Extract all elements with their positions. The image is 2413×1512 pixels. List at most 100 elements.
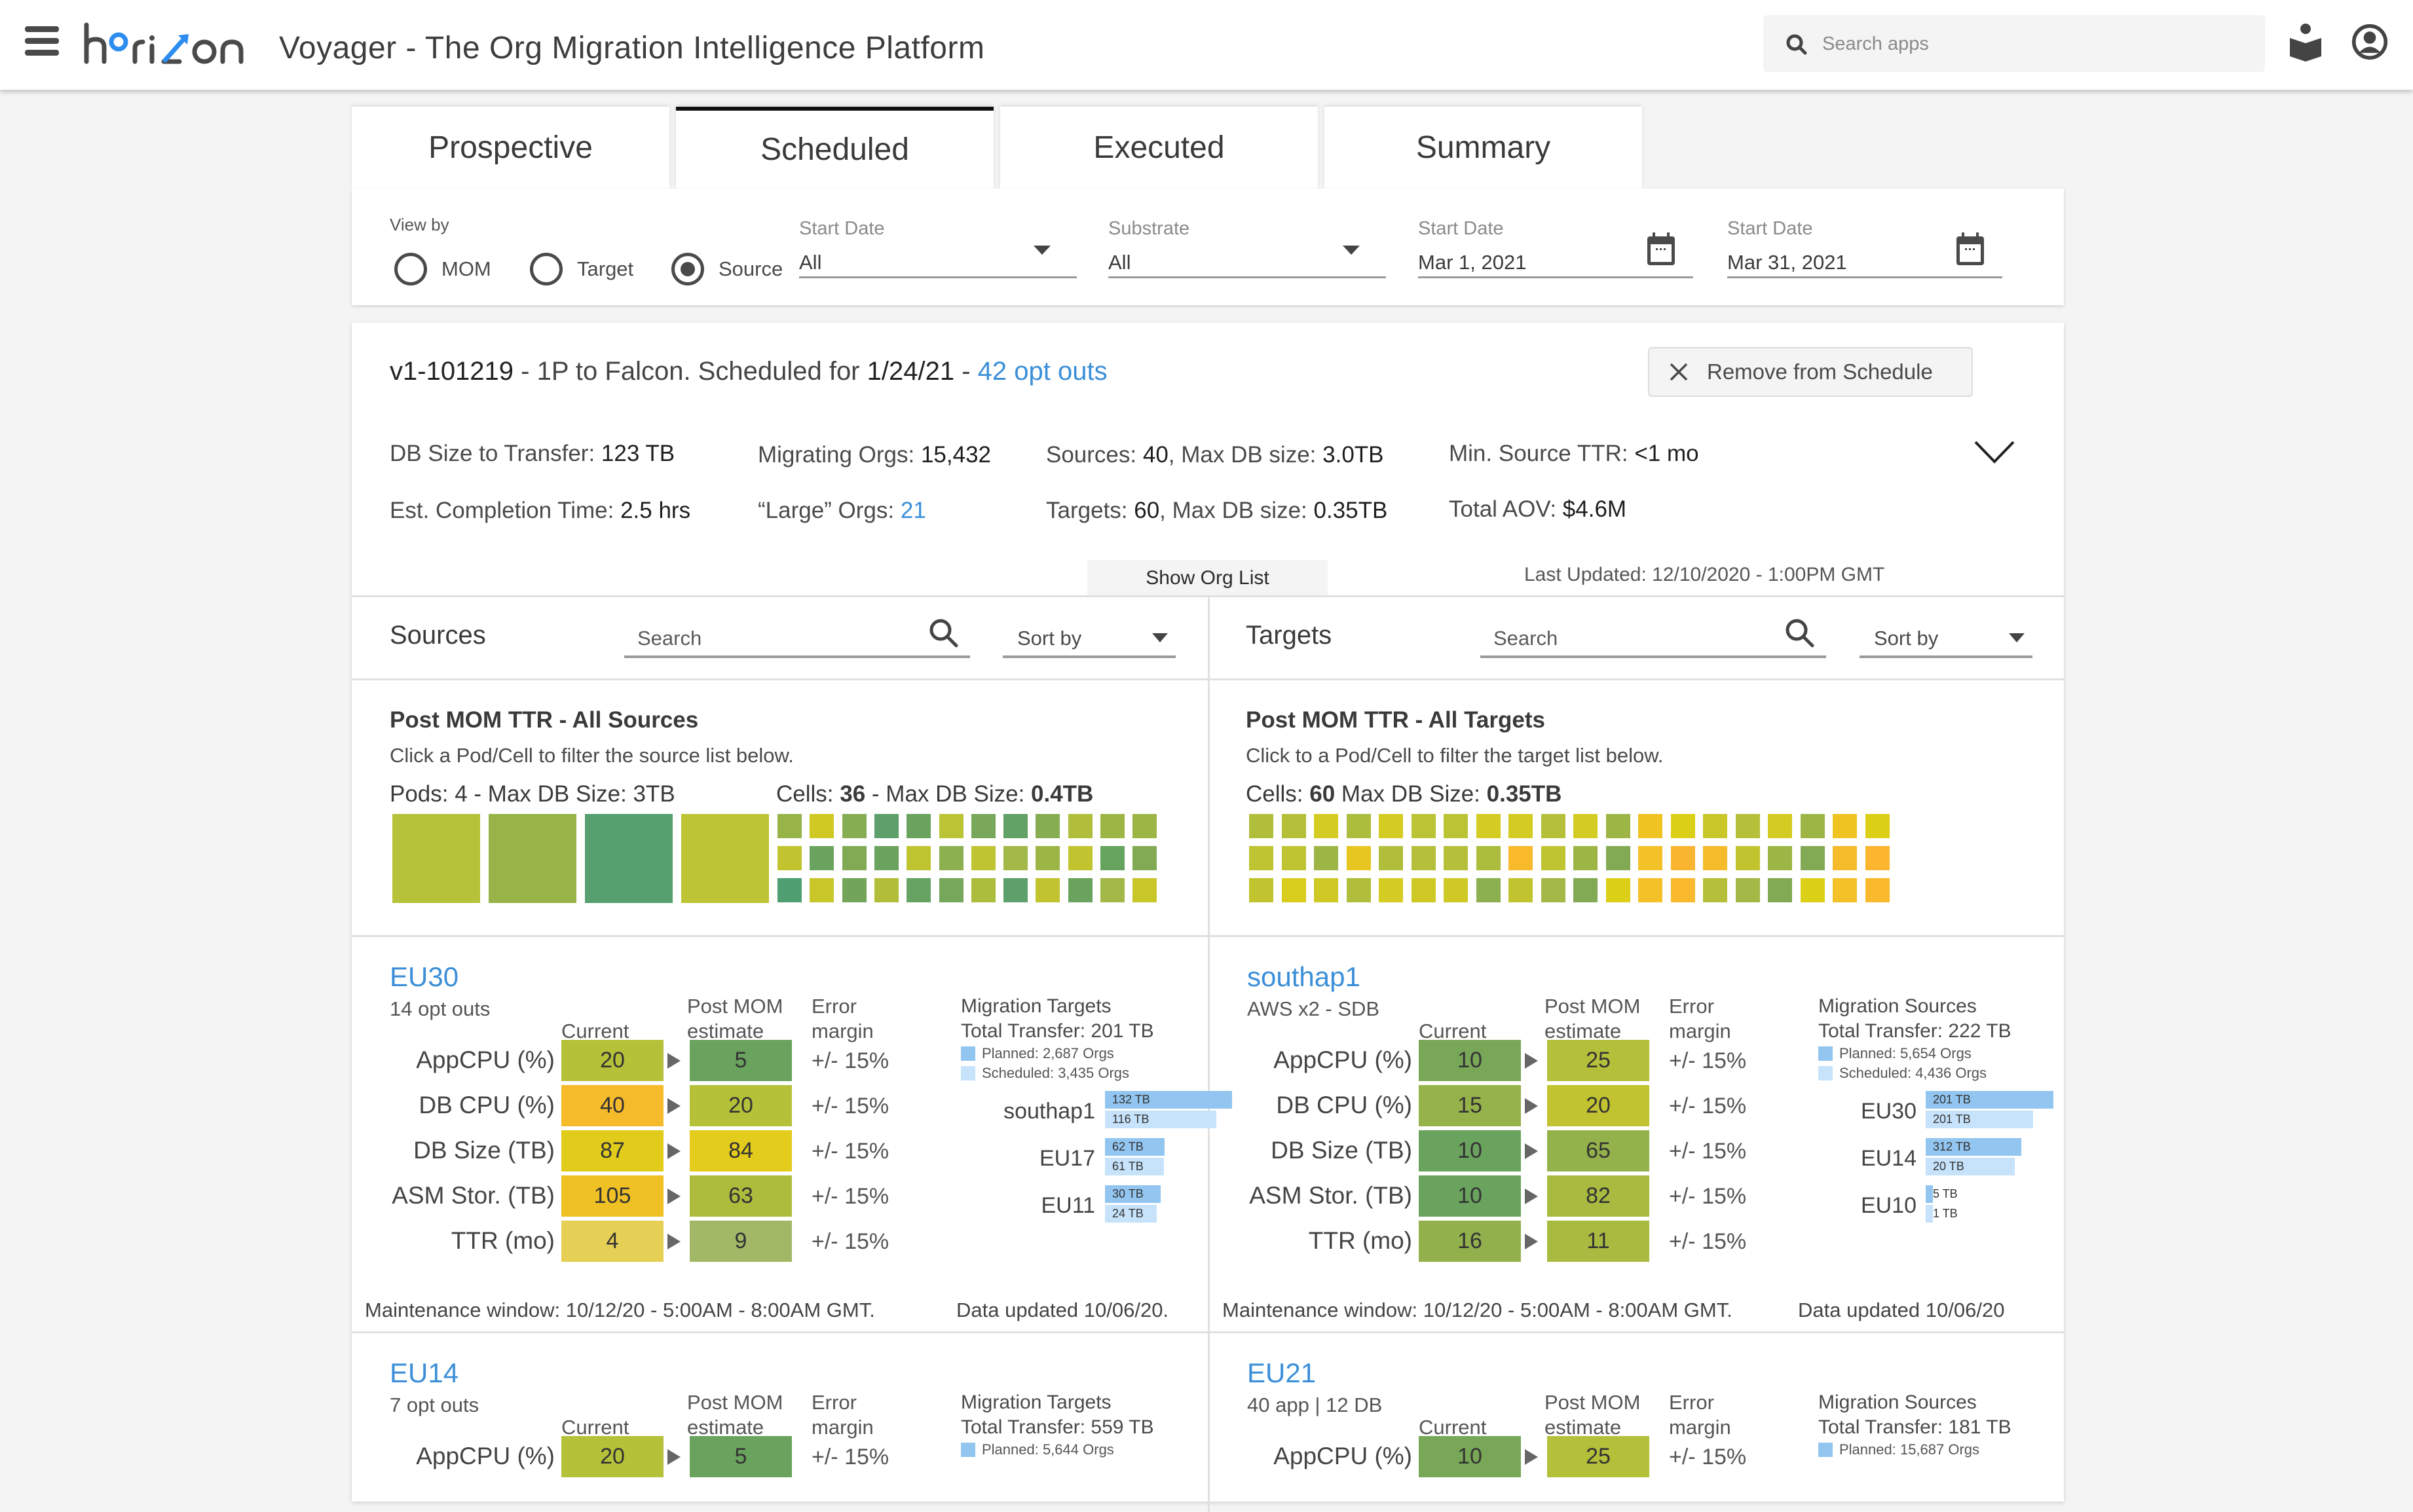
- source-cell[interactable]: [874, 814, 899, 838]
- substrate-select[interactable]: Substrate All: [1108, 218, 1386, 278]
- source-cell[interactable]: [907, 878, 931, 902]
- start-date-to-field[interactable]: Start Date Mar 31, 2021: [1727, 218, 2002, 278]
- target-cell[interactable]: [1444, 814, 1468, 838]
- target-cell[interactable]: [1605, 878, 1630, 902]
- node-name-link[interactable]: EU21: [1247, 1357, 1316, 1389]
- menu-icon[interactable]: [25, 26, 59, 56]
- target-cell[interactable]: [1638, 814, 1662, 838]
- source-cell[interactable]: [1100, 846, 1125, 870]
- targets-sort-select[interactable]: Sort by: [1860, 618, 2032, 658]
- target-cell[interactable]: [1573, 846, 1598, 870]
- calendar-icon[interactable]: [1955, 231, 1985, 267]
- source-cell[interactable]: [971, 878, 996, 902]
- sources-search-field[interactable]: [624, 618, 970, 658]
- source-cell[interactable]: [842, 878, 867, 902]
- source-cell[interactable]: [874, 846, 899, 870]
- radio-mom[interactable]: MOM: [394, 253, 491, 286]
- source-cell[interactable]: [907, 814, 931, 838]
- target-cell[interactable]: [1249, 814, 1273, 838]
- target-cell[interactable]: [1833, 846, 1857, 870]
- target-cell[interactable]: [1379, 878, 1403, 902]
- search-icon[interactable]: [1784, 618, 1816, 649]
- target-cell[interactable]: [1476, 814, 1501, 838]
- source-cell[interactable]: [1036, 846, 1060, 870]
- source-cell[interactable]: [777, 878, 802, 902]
- user-avatar-icon[interactable]: [2351, 22, 2388, 62]
- target-cell[interactable]: [1768, 878, 1792, 902]
- target-cell[interactable]: [1281, 878, 1306, 902]
- target-cell[interactable]: [1703, 814, 1727, 838]
- source-cell[interactable]: [842, 814, 867, 838]
- target-cell[interactable]: [1703, 878, 1727, 902]
- learning-book-icon[interactable]: [2287, 22, 2324, 62]
- target-cell[interactable]: [1605, 814, 1630, 838]
- target-cell[interactable]: [1346, 878, 1371, 902]
- target-cell[interactable]: [1346, 846, 1371, 870]
- source-cell[interactable]: [939, 846, 963, 870]
- source-cell[interactable]: [777, 846, 802, 870]
- target-cell[interactable]: [1314, 878, 1338, 902]
- target-cell[interactable]: [1444, 878, 1468, 902]
- target-cell[interactable]: [1346, 814, 1371, 838]
- target-cell[interactable]: [1670, 846, 1695, 870]
- source-cell[interactable]: [1100, 814, 1125, 838]
- source-cell[interactable]: [939, 878, 963, 902]
- radio-source[interactable]: Source: [671, 253, 783, 286]
- target-cell[interactable]: [1703, 846, 1727, 870]
- source-cell[interactable]: [810, 846, 834, 870]
- target-cell[interactable]: [1768, 846, 1792, 870]
- show-org-list-button[interactable]: Show Org List: [1087, 560, 1328, 596]
- tab-executed[interactable]: Executed: [1000, 107, 1318, 189]
- target-cell[interactable]: [1314, 814, 1338, 838]
- source-cell[interactable]: [777, 814, 802, 838]
- tab-scheduled[interactable]: Scheduled: [676, 107, 994, 189]
- start-date-select[interactable]: Start Date All: [799, 218, 1077, 278]
- opt-outs-link[interactable]: 42 opt outs: [978, 357, 1108, 386]
- target-cell[interactable]: [1735, 846, 1760, 870]
- target-cell[interactable]: [1865, 846, 1890, 870]
- tab-summary[interactable]: Summary: [1324, 107, 1642, 189]
- target-cell[interactable]: [1476, 878, 1501, 902]
- source-cell[interactable]: [1003, 846, 1028, 870]
- target-cell[interactable]: [1411, 878, 1436, 902]
- target-cell[interactable]: [1508, 846, 1533, 870]
- search-apps-input[interactable]: [1822, 28, 2241, 60]
- pod-tile[interactable]: [392, 814, 480, 903]
- target-cell[interactable]: [1541, 846, 1565, 870]
- source-cell[interactable]: [1132, 846, 1157, 870]
- target-cell[interactable]: [1379, 846, 1403, 870]
- pod-tile[interactable]: [585, 814, 673, 903]
- target-cell[interactable]: [1735, 814, 1760, 838]
- source-cell[interactable]: [1068, 846, 1093, 870]
- source-cell[interactable]: [842, 846, 867, 870]
- source-cell[interactable]: [1068, 878, 1093, 902]
- calendar-icon[interactable]: [1646, 231, 1676, 267]
- source-cell[interactable]: [939, 814, 963, 838]
- pod-tile[interactable]: [489, 814, 576, 903]
- target-cell[interactable]: [1249, 846, 1273, 870]
- radio-target[interactable]: Target: [530, 253, 633, 286]
- target-cell[interactable]: [1638, 846, 1662, 870]
- target-cell[interactable]: [1476, 846, 1501, 870]
- target-cell[interactable]: [1314, 846, 1338, 870]
- target-cell[interactable]: [1411, 814, 1436, 838]
- chevron-down-icon[interactable]: [1973, 439, 2016, 466]
- source-cell[interactable]: [1100, 878, 1125, 902]
- target-cell[interactable]: [1735, 878, 1760, 902]
- target-cell[interactable]: [1541, 878, 1565, 902]
- target-cell[interactable]: [1833, 814, 1857, 838]
- source-cell[interactable]: [1036, 814, 1060, 838]
- search-apps-field[interactable]: [1763, 15, 2265, 72]
- target-cell[interactable]: [1573, 814, 1598, 838]
- target-cell[interactable]: [1573, 878, 1598, 902]
- large-orgs-link[interactable]: 21: [901, 498, 926, 523]
- source-cell[interactable]: [1036, 878, 1060, 902]
- target-cell[interactable]: [1249, 878, 1273, 902]
- target-cell[interactable]: [1800, 878, 1825, 902]
- target-cell[interactable]: [1444, 846, 1468, 870]
- source-cell[interactable]: [874, 878, 899, 902]
- source-cell[interactable]: [1003, 878, 1028, 902]
- pod-tile[interactable]: [681, 814, 769, 903]
- target-cell[interactable]: [1605, 846, 1630, 870]
- source-cell[interactable]: [1132, 814, 1157, 838]
